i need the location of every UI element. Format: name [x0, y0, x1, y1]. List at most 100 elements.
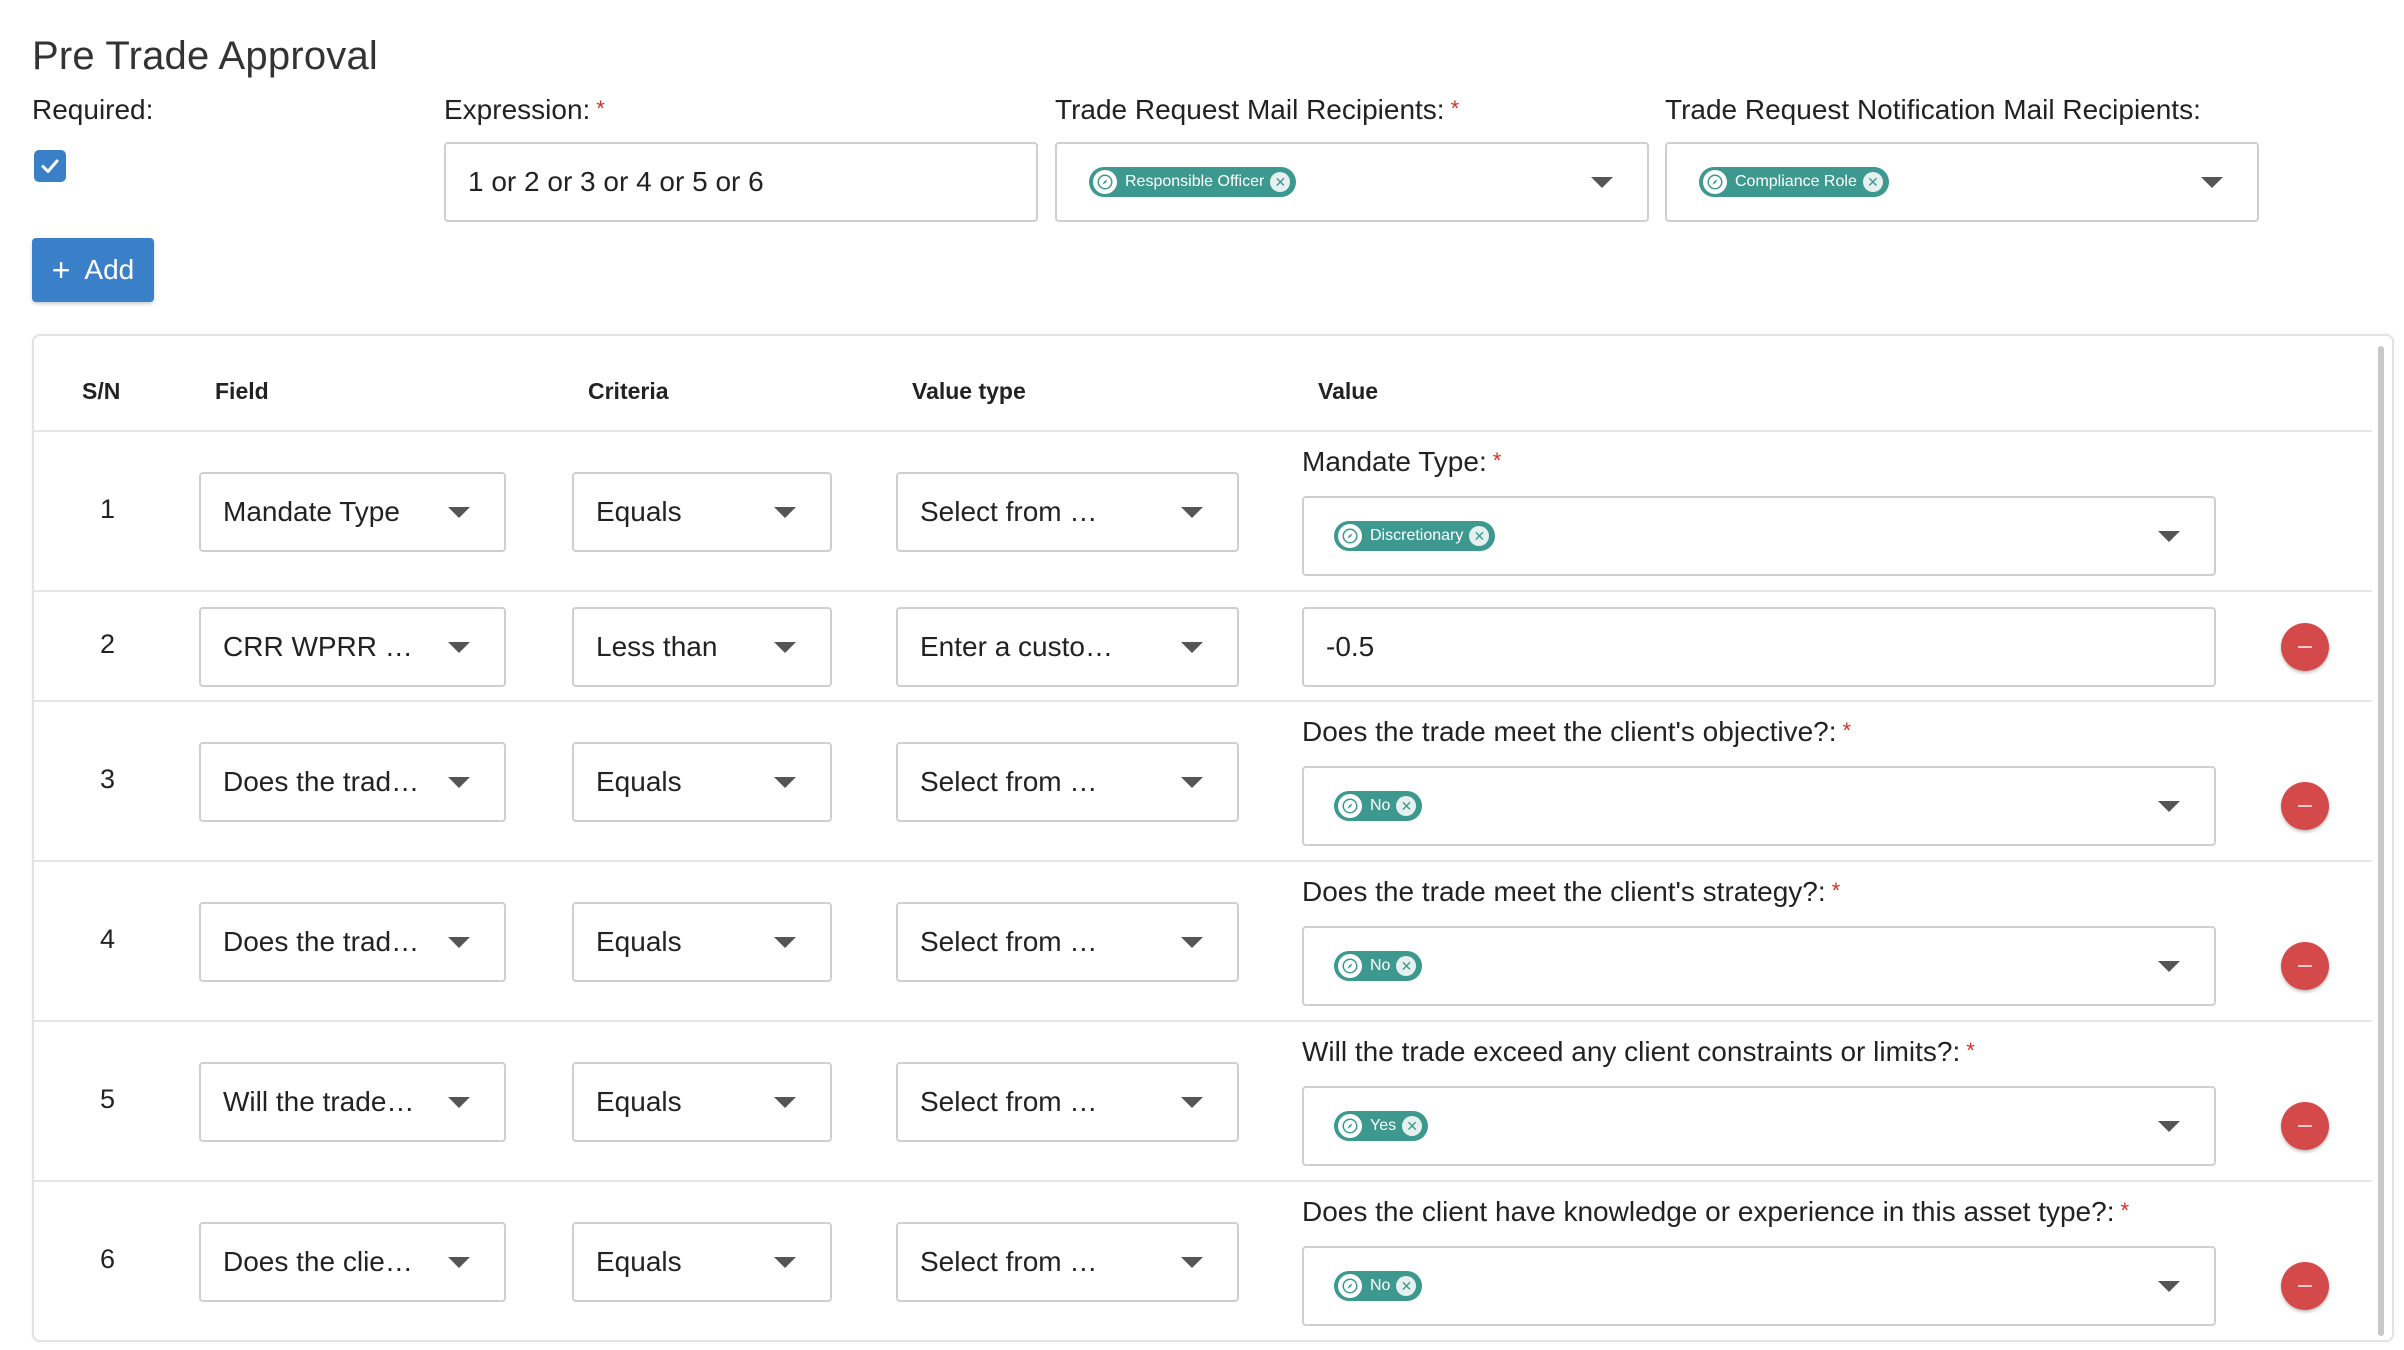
minus-icon — [2298, 805, 2312, 807]
header-field: Field — [215, 378, 269, 404]
chip-remove-icon[interactable]: ✕ — [1396, 1276, 1417, 1296]
caret-down-icon[interactable] — [448, 1097, 470, 1108]
caret-down-icon[interactable] — [2158, 961, 2180, 972]
field-select[interactable]: CRR WPRR … — [199, 607, 506, 687]
required-marker: * — [1831, 878, 1841, 903]
add-condition-button[interactable]: + Add — [32, 238, 154, 302]
value-type-select[interactable]: Select from … — [896, 902, 1239, 982]
caret-down-icon[interactable] — [448, 937, 470, 948]
value-select[interactable]: No ✕ — [1302, 926, 2216, 1006]
value-label: Does the trade meet the client's objecti… — [1302, 716, 1851, 748]
field-select[interactable]: Does the trad… — [199, 902, 506, 982]
value-select[interactable]: No ✕ — [1302, 1246, 2216, 1326]
caret-down-icon[interactable] — [448, 777, 470, 788]
field-select[interactable]: Does the trad… — [199, 742, 506, 822]
caret-down-icon[interactable] — [2158, 531, 2180, 542]
chip-label: No — [1370, 957, 1391, 974]
caret-down-icon[interactable] — [448, 507, 470, 518]
field-select-value: Does the trad… — [223, 926, 420, 957]
value-input-text: -0.5 — [1326, 631, 1375, 662]
value-type-select[interactable]: Enter a custo… — [896, 607, 1239, 687]
value-type-select[interactable]: Select from … — [896, 1062, 1239, 1142]
caret-down-icon[interactable] — [2158, 1121, 2180, 1132]
field-select[interactable]: Mandate Type — [199, 472, 506, 552]
row-number: 1 — [100, 494, 116, 524]
remove-row-button[interactable] — [2281, 1262, 2329, 1310]
value-chip: Discretionary ✕ — [1334, 521, 1496, 551]
criteria-select[interactable]: Equals — [572, 742, 832, 822]
notification-recipients-select[interactable]: Compliance Role ✕ — [1665, 142, 2259, 222]
expression-input[interactable]: 1 or 2 or 3 or 4 or 5 or 6 — [444, 142, 1038, 222]
required-marker: * — [1450, 96, 1460, 121]
caret-down-icon[interactable] — [774, 507, 796, 518]
value-input[interactable]: -0.5 — [1302, 607, 2216, 687]
caret-down-icon[interactable] — [1181, 1097, 1203, 1108]
caret-down-icon[interactable] — [774, 777, 796, 788]
caret-down-icon[interactable] — [1181, 642, 1203, 653]
value-label-text: Does the client have knowledge or experi… — [1302, 1196, 2115, 1227]
remove-row-button[interactable] — [2281, 782, 2329, 830]
criteria-select[interactable]: Less than — [572, 607, 832, 687]
caret-down-icon[interactable] — [1181, 937, 1203, 948]
caret-down-icon[interactable] — [774, 937, 796, 948]
header-sn: S/N — [82, 378, 121, 404]
chip-remove-icon[interactable]: ✕ — [1396, 956, 1417, 976]
caret-down-icon[interactable] — [774, 642, 796, 653]
value-select[interactable]: Yes ✕ — [1302, 1086, 2216, 1166]
header-value: Value — [1318, 378, 1379, 404]
remove-row-button[interactable] — [2281, 1102, 2329, 1150]
caret-down-icon[interactable] — [1591, 177, 1613, 188]
caret-down-icon[interactable] — [774, 1257, 796, 1268]
chip-remove-icon[interactable]: ✕ — [1396, 796, 1417, 816]
caret-down-icon[interactable] — [774, 1097, 796, 1108]
field-select[interactable]: Will the trade… — [199, 1062, 506, 1142]
compass-icon — [1703, 170, 1727, 194]
value-type-select[interactable]: Select from … — [896, 472, 1239, 552]
criteria-select[interactable]: Equals — [572, 902, 832, 982]
remove-row-button[interactable] — [2281, 942, 2329, 990]
required-label: Required: — [32, 94, 154, 125]
criteria-select-value: Equals — [596, 496, 682, 527]
value-select[interactable]: No ✕ — [1302, 766, 2216, 846]
caret-down-icon[interactable] — [2201, 177, 2223, 188]
criteria-select[interactable]: Equals — [572, 1062, 832, 1142]
mail-recipients-select[interactable]: Responsible Officer ✕ — [1055, 142, 1649, 222]
caret-down-icon[interactable] — [2158, 1281, 2180, 1292]
vertical-scrollbar[interactable] — [2378, 346, 2384, 1336]
value-type-select-value: Enter a custo… — [920, 631, 1113, 662]
caret-down-icon[interactable] — [2158, 801, 2180, 812]
required-marker: * — [596, 96, 605, 121]
value-chip: No ✕ — [1334, 791, 1423, 821]
value-type-select[interactable]: Select from … — [896, 742, 1239, 822]
minus-icon — [2298, 965, 2312, 967]
caret-down-icon[interactable] — [1181, 777, 1203, 788]
required-checkbox[interactable] — [34, 150, 66, 182]
required-marker: * — [1842, 718, 1852, 743]
table-row: 2 CRR WPRR … Less than Enter a custo… -0.5 — [34, 592, 2372, 702]
chip-remove-icon[interactable]: ✕ — [1402, 1116, 1423, 1136]
field-select-value: CRR WPRR … — [223, 631, 413, 662]
caret-down-icon[interactable] — [448, 642, 470, 653]
chip-remove-icon[interactable]: ✕ — [1270, 172, 1291, 192]
remove-row-button[interactable] — [2281, 623, 2329, 671]
table-row: 5 Will the trade… Equals Select from … Will … — [34, 1022, 2372, 1182]
caret-down-icon[interactable] — [1181, 507, 1203, 518]
value-select[interactable]: Discretionary ✕ — [1302, 496, 2216, 576]
plus-icon: + — [51, 251, 71, 288]
value-type-select[interactable]: Select from … — [896, 1222, 1239, 1302]
recipient-chip: Responsible Officer ✕ — [1089, 167, 1297, 197]
chip-remove-icon[interactable]: ✕ — [1862, 172, 1883, 192]
field-select[interactable]: Does the clie… — [199, 1222, 506, 1302]
caret-down-icon[interactable] — [448, 1257, 470, 1268]
value-label: Will the trade exceed any client constra… — [1302, 1036, 1975, 1068]
row-number: 5 — [100, 1084, 116, 1114]
row-number: 3 — [100, 764, 116, 794]
chip-remove-icon[interactable]: ✕ — [1469, 526, 1490, 546]
criteria-select-value: Equals — [596, 1246, 682, 1277]
value-chip: No ✕ — [1334, 1271, 1423, 1301]
caret-down-icon[interactable] — [1181, 1257, 1203, 1268]
criteria-select[interactable]: Equals — [572, 472, 832, 552]
field-select-value: Does the clie… — [223, 1246, 413, 1277]
check-icon — [41, 159, 59, 173]
criteria-select[interactable]: Equals — [572, 1222, 832, 1302]
